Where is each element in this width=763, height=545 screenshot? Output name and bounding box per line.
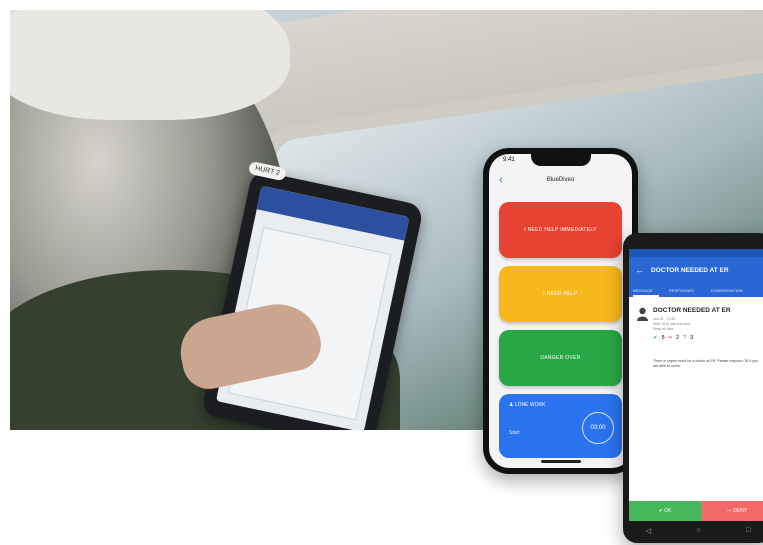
unknown-count: 3 [690,335,694,341]
meta-line: Read all tabs [653,327,674,331]
android-nav-bar: ◁ ○ □ [623,527,763,539]
tablet-screen [215,185,410,430]
lone-work-label: LONE WORK [514,402,546,408]
lone-work-card[interactable]: ♟ LONE WORK Start 03:00 [499,394,622,458]
android-screen: ← DOCTOR NEEDED AT ER MESSAGE RESPONSES … [629,249,763,521]
ok-label: OK [664,508,672,514]
check-icon: ✔ [653,335,658,341]
lone-work-start[interactable]: Start [509,430,520,436]
tab-message[interactable]: MESSAGE [633,288,653,293]
message-meta: Jan 25 - 10:45 Alert 26 to rate this ale… [653,317,690,332]
minus-icon: ━ [668,335,672,341]
question-icon: ? [683,335,687,341]
android-app-bar: ← DOCTOR NEEDED AT ER [629,257,763,285]
deny-count: 2 [675,335,680,341]
lone-work-title: ♟ LONE WORK [509,402,545,408]
message-title: DOCTOR NEEDED AT ER [653,307,731,314]
tab-responses[interactable]: RESPONSES [669,288,694,293]
android-status-bar [629,249,763,257]
help-immediately-button[interactable]: I NEED HELP IMMEDIATELY [499,202,622,258]
home-indicator [541,460,581,463]
tab-conversation[interactable]: CONVERSATION [711,288,743,293]
ok-button[interactable]: ✔ OK [629,501,701,521]
iphone-screen: 9:41 ‹ BlueDiveo I NEED HELP IMMEDIATELY… [489,154,632,468]
response-counts: ✔ 5 ━ 2 ? 3 [653,335,693,341]
iphone-notch [531,154,591,166]
nav-home-icon[interactable]: ○ [696,527,700,539]
need-help-button[interactable]: I NEED HELP [499,266,622,322]
ok-count: 5 [661,335,665,341]
danger-over-button[interactable]: DANGER OVER [499,330,622,386]
deny-label: DENY [733,508,748,514]
pilot-cap [10,10,290,120]
lone-work-timer: 03:00 [582,412,614,444]
deny-button[interactable]: — DENY [701,501,763,521]
person-icon: ♟ [509,402,514,408]
android-tabs: MESSAGE RESPONSES CONVERSATION [629,285,763,297]
android-device: ← DOCTOR NEEDED AT ER MESSAGE RESPONSES … [623,233,763,543]
app-title: BlueDiveo [546,177,575,183]
app-header: ‹ BlueDiveo [489,172,632,192]
android-title: DOCTOR NEEDED AT ER [651,267,729,274]
nav-recents-icon[interactable]: □ [746,527,750,539]
user-icon [637,307,648,321]
status-time: 9:41 [503,157,515,163]
iphone-device: 9:41 ‹ BlueDiveo I NEED HELP IMMEDIATELY… [483,148,638,474]
nav-back-icon[interactable]: ◁ [646,527,651,539]
response-bar: ✔ OK — DENY [629,501,763,521]
back-arrow-icon[interactable]: ← [635,265,644,275]
message-body: There is urgent need for a doctor at ER.… [653,359,759,368]
tab-indicator [633,295,659,297]
